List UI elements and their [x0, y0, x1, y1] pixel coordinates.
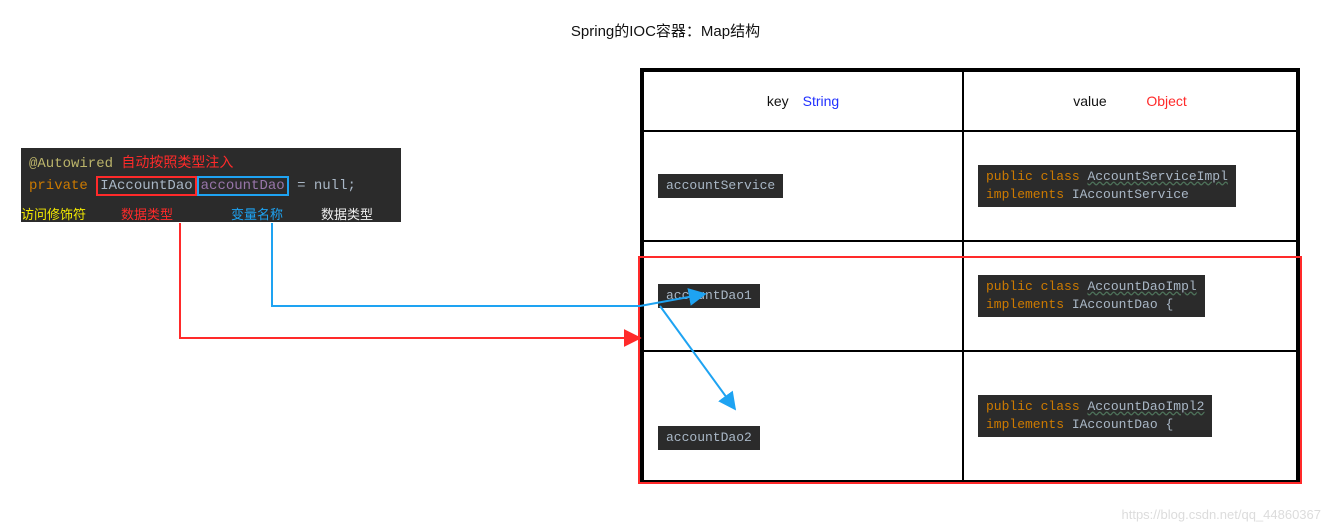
key-cell: accountDao1 — [643, 241, 963, 351]
value-cell: public class AccountServiceImpl implemen… — [963, 131, 1297, 241]
key-type: String — [803, 93, 840, 109]
key-tag: accountDao1 — [658, 284, 760, 308]
watermark: https://blog.csdn.net/qq_44860367 — [1122, 507, 1322, 522]
value-tag: public class AccountDaoImpl implements I… — [978, 275, 1205, 317]
type-box: IAccountDao — [96, 176, 196, 196]
key-tag: accountService — [658, 174, 783, 198]
header-value: value Object — [963, 71, 1297, 131]
table-row: accountDao1 public class AccountDaoImpl … — [643, 241, 1297, 351]
value-cell: public class AccountDaoImpl2 implements … — [963, 351, 1297, 481]
annotation: @Autowired — [29, 156, 113, 172]
label-datatype2: 数据类型 — [321, 204, 373, 223]
label-modifier: 访问修饰符 — [21, 204, 86, 223]
header-key: key String — [643, 71, 963, 131]
var-box: accountDao — [197, 176, 289, 196]
value-tag: public class AccountDaoImpl2 implements … — [978, 395, 1212, 437]
arrow-type-to-candidates — [180, 223, 640, 338]
value-cell: public class AccountDaoImpl implements I… — [963, 241, 1297, 351]
key-cell: accountService — [643, 131, 963, 241]
diagram-title: Spring的IOC容器：Map结构 — [0, 20, 1331, 41]
value-type: Object — [1146, 93, 1186, 109]
code-box: @Autowired 自动按照类型注入 private IAccountDaoa… — [21, 148, 401, 203]
ioc-map-table: key String value Object accountService p… — [640, 68, 1300, 484]
table-row: accountDao2 public class AccountDaoImpl2… — [643, 351, 1297, 481]
key-cell: accountDao2 — [643, 351, 963, 481]
tail: = null; — [297, 178, 356, 194]
value-label: value — [1073, 93, 1106, 109]
value-tag: public class AccountServiceImpl implemen… — [978, 165, 1236, 207]
key-tag: accountDao2 — [658, 426, 760, 450]
modifier-kw: private — [29, 178, 88, 194]
annotation-note: 自动按照类型注入 — [121, 156, 233, 172]
table-row: accountService public class AccountServi… — [643, 131, 1297, 241]
diagram-stage: Spring的IOC容器：Map结构 @Autowired 自动按照类型注入 p… — [0, 0, 1331, 528]
label-varname: 变量名称 — [231, 204, 283, 223]
key-label: key — [767, 93, 789, 109]
table-header: key String value Object — [643, 71, 1297, 131]
label-datatype: 数据类型 — [121, 204, 173, 223]
